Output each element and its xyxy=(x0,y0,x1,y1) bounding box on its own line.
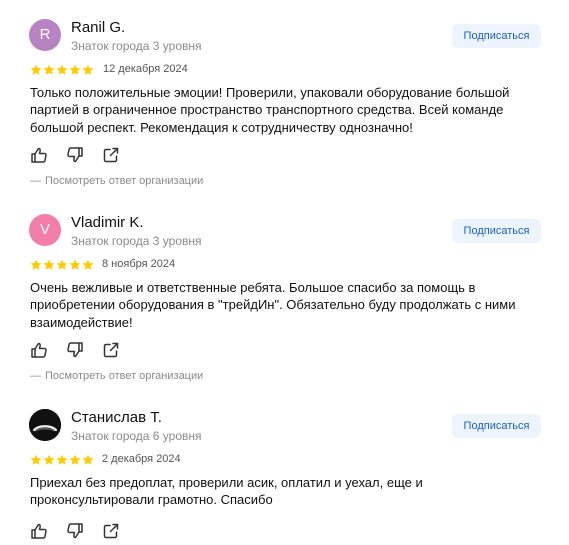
star-icon xyxy=(56,64,68,76)
rating-stars xyxy=(30,454,94,466)
review-date: 2 декабря 2024 xyxy=(102,453,181,465)
rating-stars xyxy=(30,64,94,76)
author-name[interactable]: Ranil G. xyxy=(71,19,125,36)
star-icon xyxy=(82,64,94,76)
thumbs-down-icon[interactable] xyxy=(66,146,84,164)
author-name[interactable]: Станислав Т. xyxy=(71,409,162,426)
avatar[interactable] xyxy=(29,409,61,441)
star-icon xyxy=(56,454,68,466)
thumbs-up-icon[interactable] xyxy=(30,522,48,540)
show-org-reply-link[interactable]: — Посмотреть ответ организации xyxy=(30,175,203,187)
avatar[interactable]: V xyxy=(29,214,61,246)
star-icon xyxy=(30,64,42,76)
review-date: 8 ноября 2024 xyxy=(102,258,176,270)
review-text: Только положительные эмоции! Проверили, … xyxy=(30,85,510,135)
review-card: R Ranil G. Знаток города 3 уровня Подпис… xyxy=(0,0,569,195)
avatar-photo xyxy=(29,409,61,441)
reply-dash: — xyxy=(30,175,41,187)
author-level: Знаток города 3 уровня xyxy=(71,39,202,53)
star-icon xyxy=(30,454,42,466)
star-icon xyxy=(82,259,94,271)
review-text: Очень вежливые и ответственные ребята. Б… xyxy=(30,280,516,330)
thumbs-up-icon[interactable] xyxy=(30,341,48,359)
reply-link-label: Посмотреть ответ организации xyxy=(45,175,204,187)
share-icon[interactable] xyxy=(102,146,120,164)
thumbs-down-icon[interactable] xyxy=(66,341,84,359)
avatar[interactable]: R xyxy=(29,19,61,51)
subscribe-button[interactable]: Подписаться xyxy=(452,219,541,243)
star-icon xyxy=(43,454,55,466)
author-level: Знаток города 3 уровня xyxy=(71,234,202,248)
rating-stars xyxy=(30,259,94,271)
subscribe-button[interactable]: Подписаться xyxy=(452,414,541,438)
thumbs-up-icon[interactable] xyxy=(30,146,48,164)
star-icon xyxy=(56,259,68,271)
review-card: Станислав Т. Знаток города 6 уровня Подп… xyxy=(0,390,569,545)
author-name[interactable]: Vladimir K. xyxy=(71,214,144,231)
star-icon xyxy=(43,259,55,271)
author-level: Знаток города 6 уровня xyxy=(71,429,202,443)
star-icon xyxy=(69,64,81,76)
reply-link-label: Посмотреть ответ организации xyxy=(45,370,204,382)
review-date: 12 декабря 2024 xyxy=(103,63,188,75)
star-icon xyxy=(82,454,94,466)
star-icon xyxy=(43,64,55,76)
thumbs-down-icon[interactable] xyxy=(66,522,84,540)
star-icon xyxy=(69,454,81,466)
share-icon[interactable] xyxy=(102,341,120,359)
reply-dash: — xyxy=(30,370,41,382)
review-text: Приехал без предоплат, проверили асик, о… xyxy=(30,475,423,508)
subscribe-button[interactable]: Подписаться xyxy=(452,24,541,48)
star-icon xyxy=(69,259,81,271)
share-icon[interactable] xyxy=(102,522,120,540)
review-card: V Vladimir K. Знаток города 3 уровня Под… xyxy=(0,195,569,390)
show-org-reply-link[interactable]: — Посмотреть ответ организации xyxy=(30,370,203,382)
star-icon xyxy=(30,259,42,271)
